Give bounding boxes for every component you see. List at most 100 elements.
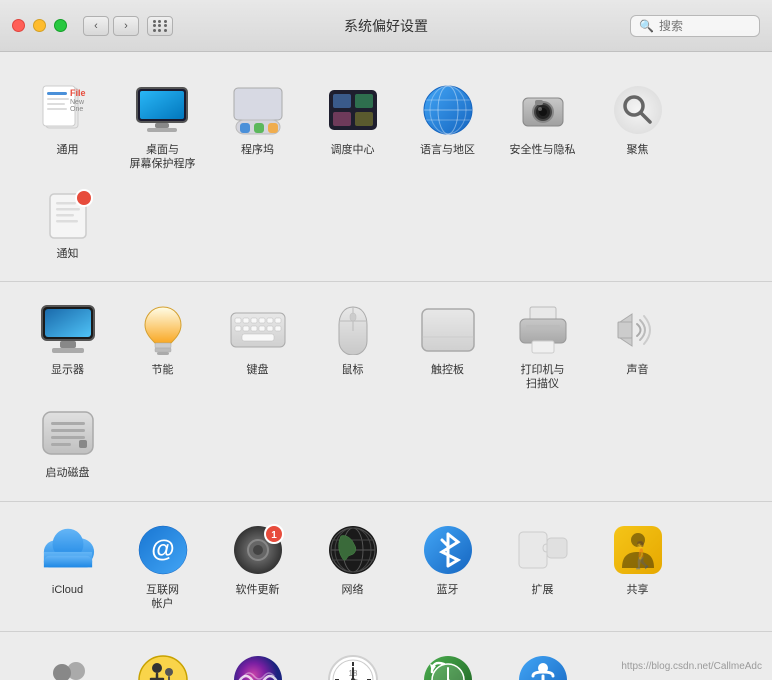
svg-text:One: One xyxy=(70,106,83,113)
security-icon xyxy=(515,82,571,138)
svg-text:File: File xyxy=(70,88,86,98)
pref-siri[interactable]: Siri xyxy=(210,644,305,680)
sound-icon xyxy=(610,302,666,358)
spotlight-icon xyxy=(610,82,666,138)
pref-display[interactable]: 显示器 xyxy=(20,294,115,398)
search-box[interactable]: 🔍 xyxy=(630,15,760,37)
printer-label: 打印机与扫描仪 xyxy=(521,363,565,392)
pref-extensions[interactable]: 扩展 xyxy=(495,514,590,618)
icons-grid-hardware: 显示器 xyxy=(20,294,752,487)
pref-sharing[interactable]: 🚶 共享 xyxy=(590,514,685,618)
pref-keyboard[interactable]: 键盘 xyxy=(210,294,305,398)
printer-icon xyxy=(515,302,571,358)
trackpad-label: 触控板 xyxy=(431,363,464,377)
pref-mouse[interactable]: 鼠标 xyxy=(305,294,400,398)
pref-network[interactable]: 网络 xyxy=(305,514,400,618)
pref-general[interactable]: File New One 通用 xyxy=(20,74,115,178)
mouse-label: 鼠标 xyxy=(342,363,364,377)
trackpad-icon xyxy=(420,302,476,358)
network-label: 网络 xyxy=(342,583,364,597)
general-label: 通用 xyxy=(57,143,79,157)
titlebar: ‹ › 系统偏好设置 🔍 xyxy=(0,0,772,52)
siri-icon xyxy=(230,652,286,680)
sharing-label: 共享 xyxy=(627,583,649,597)
grid-view-button[interactable] xyxy=(147,16,173,36)
pref-software-update[interactable]: 1 软件更新 xyxy=(210,514,305,618)
pref-sound[interactable]: 声音 xyxy=(590,294,685,398)
pref-notifications[interactable]: 通知 xyxy=(20,178,115,267)
pref-language[interactable]: 语言与地区 xyxy=(400,74,495,178)
pref-accessibility[interactable]: 辅助功能 xyxy=(495,644,590,680)
pref-trackpad[interactable]: 触控板 xyxy=(400,294,495,398)
forward-button[interactable]: › xyxy=(113,16,139,36)
pref-printer[interactable]: 打印机与扫描仪 xyxy=(495,294,590,398)
startup-icon xyxy=(40,405,96,461)
notifications-icon xyxy=(40,186,96,242)
internet-accounts-label: 互联网帐户 xyxy=(146,583,179,612)
icons-grid-system: 用户与群组 家长控制 xyxy=(20,644,752,680)
minimize-button[interactable] xyxy=(33,19,46,32)
nav-buttons: ‹ › xyxy=(83,16,139,36)
pref-timemachine[interactable]: 时间机器 xyxy=(400,644,495,680)
software-update-label: 软件更新 xyxy=(236,583,280,597)
startup-label: 启动磁盘 xyxy=(46,466,90,480)
window-title: 系统偏好设置 xyxy=(344,16,428,36)
close-button[interactable] xyxy=(12,19,25,32)
pref-startup[interactable]: 启动磁盘 xyxy=(20,397,115,486)
mission-icon xyxy=(325,82,381,138)
pref-energy[interactable]: 节能 xyxy=(115,294,210,398)
parental-icon xyxy=(135,652,191,680)
datetime-icon: 18 xyxy=(325,652,381,680)
sharing-icon: 🚶 xyxy=(610,522,666,578)
security-label: 安全性与隐私 xyxy=(510,143,576,157)
pref-datetime[interactable]: 18 日期与时间 xyxy=(305,644,400,680)
pref-users[interactable]: 用户与群组 xyxy=(20,644,115,680)
display-icon xyxy=(40,302,96,358)
mouse-icon xyxy=(325,302,381,358)
display-label: 显示器 xyxy=(51,363,84,377)
energy-icon xyxy=(135,302,191,358)
spotlight-label: 聚焦 xyxy=(627,143,649,157)
desktop-icon xyxy=(135,82,191,138)
icloud-label: iCloud xyxy=(52,583,83,597)
energy-label: 节能 xyxy=(152,363,174,377)
pref-desktop[interactable]: 桌面与屏幕保护程序 xyxy=(115,74,210,178)
network-icon xyxy=(325,522,381,578)
keyboard-icon xyxy=(230,302,286,358)
pref-bluetooth[interactable]: 蓝牙 xyxy=(400,514,495,618)
search-input[interactable] xyxy=(659,19,749,33)
grid-dots-icon xyxy=(153,20,168,32)
pref-icloud[interactable]: iCloud xyxy=(20,514,115,618)
svg-text:1: 1 xyxy=(271,530,277,541)
maximize-button[interactable] xyxy=(54,19,67,32)
software-update-icon: 1 xyxy=(230,522,286,578)
mission-label: 调度中心 xyxy=(331,143,375,157)
icons-grid-internet: iCloud @ 互联网帐户 xyxy=(20,514,752,618)
main-content: File New One 通用 xyxy=(0,52,772,680)
section-system: 用户与群组 家长控制 xyxy=(0,632,772,680)
dock-icon xyxy=(230,82,286,138)
icloud-icon xyxy=(40,522,96,578)
dock-label: 程序坞 xyxy=(241,143,274,157)
pref-dock[interactable]: 程序坞 xyxy=(210,74,305,178)
pref-spotlight[interactable]: 聚焦 xyxy=(590,74,685,178)
language-label: 语言与地区 xyxy=(420,143,475,157)
general-icon: File New One xyxy=(40,82,96,138)
accessibility-icon xyxy=(515,652,571,680)
svg-text:@: @ xyxy=(151,536,174,563)
keyboard-label: 键盘 xyxy=(247,363,269,377)
sound-label: 声音 xyxy=(627,363,649,377)
timemachine-icon xyxy=(420,652,476,680)
language-icon xyxy=(420,82,476,138)
pref-internet-accounts[interactable]: @ 互联网帐户 xyxy=(115,514,210,618)
pref-parental[interactable]: 家长控制 xyxy=(115,644,210,680)
desktop-label: 桌面与屏幕保护程序 xyxy=(130,143,196,172)
bluetooth-icon xyxy=(420,522,476,578)
extensions-label: 扩展 xyxy=(532,583,554,597)
extensions-icon xyxy=(515,522,571,578)
users-icon xyxy=(40,652,96,680)
traffic-lights xyxy=(12,19,67,32)
back-button[interactable]: ‹ xyxy=(83,16,109,36)
pref-security[interactable]: 安全性与隐私 xyxy=(495,74,590,178)
pref-mission[interactable]: 调度中心 xyxy=(305,74,400,178)
